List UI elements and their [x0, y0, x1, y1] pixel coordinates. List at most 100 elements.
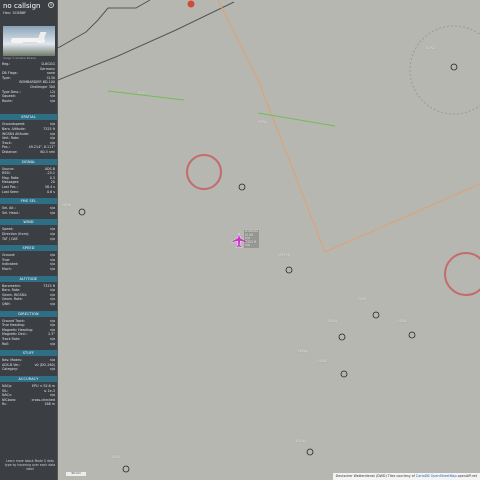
info-key: Ground Track:	[2, 318, 25, 323]
section-header[interactable]: SIGNAL	[0, 158, 57, 165]
info-row: Germany	[2, 67, 55, 71]
info-value: n/a	[49, 288, 55, 293]
section-header[interactable]: STUFF	[0, 350, 57, 357]
info-row: True Heading: n/a	[2, 323, 55, 327]
info-key: Ground:	[2, 253, 16, 258]
map-overlay	[58, 0, 480, 473]
info-row: Category: n/a	[2, 367, 55, 371]
info-key: Vert. Rate:	[2, 136, 20, 141]
info-row: Direction (from): n/a	[2, 232, 55, 236]
info-key: Pos.:	[2, 145, 10, 150]
info-key: Track:	[2, 140, 12, 145]
airspace-boundary	[217, 0, 480, 253]
map-label: EDRZ	[426, 46, 435, 50]
info-value: n/a	[49, 262, 55, 267]
info-row: Challenger 300	[2, 85, 55, 89]
info-row: BOMBARDIER BD-100	[2, 80, 55, 84]
info-row: Msg. Rate: 0.3	[2, 176, 55, 180]
info-key: Messages:	[2, 180, 20, 185]
section-header[interactable]: WIND	[0, 219, 57, 226]
info-row: Reg.: D-BGGG	[2, 62, 55, 66]
info-key: Sel. Alt.:	[2, 206, 16, 211]
info-value: n/a	[49, 257, 55, 262]
info-value: none	[46, 71, 55, 76]
airport-icon	[306, 448, 314, 456]
info-row: Type Desc.: L2J	[2, 90, 55, 94]
aircraft-label[interactable]: D-BGGG CL30 n/a 7325 ft n/a	[244, 229, 260, 248]
airport-icon	[78, 208, 86, 216]
map-label: EDRY	[358, 297, 367, 301]
info-row: Mach: n/a	[2, 267, 55, 271]
info-value: n/a	[49, 232, 55, 236]
info-row: DB Flags: none	[2, 71, 55, 75]
info-key: Baro. Rate:	[2, 288, 21, 293]
airport-icon	[122, 465, 130, 473]
map-label: SPEYER	[278, 253, 291, 257]
info-row: RSSI: -25.1	[2, 171, 55, 175]
info-key: Msg. Rate:	[2, 175, 20, 180]
info-key: Last Pos.:	[2, 185, 18, 189]
info-key: DB Flags:	[2, 71, 18, 76]
info-key: Direction (from):	[2, 232, 30, 236]
ctr-boundary	[409, 25, 480, 115]
info-row: Messages: 20	[2, 180, 55, 184]
info-row: Sel. Alt.: n/a	[2, 206, 55, 210]
info-key: Rc:	[2, 402, 8, 407]
airport-icon	[450, 63, 458, 71]
info-value: CL30	[46, 75, 55, 80]
attribution-link[interactable]: OpenStreetMap	[431, 474, 457, 478]
info-row: Sel. Head.: n/a	[2, 211, 55, 215]
info-row: QNH: n/a	[2, 302, 55, 306]
section-header[interactable]: SPATIAL	[0, 114, 57, 121]
section-header[interactable]: FMS SEL	[0, 198, 57, 205]
aircraft-photo[interactable]	[3, 26, 55, 56]
info-value: n/a	[49, 341, 55, 346]
info-value: 49.214°, 8.111°	[28, 145, 55, 150]
info-value: cross-checked	[31, 397, 55, 402]
info-row: Vert. Rate: n/a	[2, 136, 55, 140]
airport-icon	[285, 266, 293, 274]
info-key: Type:	[2, 75, 11, 80]
info-value: n/a	[49, 302, 55, 306]
section-header[interactable]: DIRECTION	[0, 310, 57, 317]
info-value: 7325 ft	[43, 283, 55, 288]
map-label: EDFM	[328, 319, 338, 323]
info-row: Ground: n/a	[2, 253, 55, 257]
info-row: Groundspeed: n/a	[2, 122, 55, 126]
section-header[interactable]: SPEED	[0, 245, 57, 252]
info-key: NICbaro:	[2, 397, 17, 402]
close-icon[interactable]: ✕	[48, 2, 54, 8]
info-value: 60.3 nmi	[40, 150, 55, 154]
map-label: EDRW	[298, 349, 308, 353]
photo-credit[interactable]: Image © Günther Pleinen	[3, 57, 36, 60]
map-label: EDRV	[398, 319, 407, 323]
info-value: 20	[50, 180, 55, 185]
info-row: Track Rate: n/a	[2, 337, 55, 341]
info-value: n/a	[49, 367, 55, 372]
section-header[interactable]: ALTITUDE	[0, 275, 57, 282]
map-view[interactable]: D-BGGG CL30 n/a 7325 ft n/a EDTH EDRA SP…	[58, 0, 480, 480]
airport-icon	[338, 333, 346, 341]
restricted-area	[186, 154, 222, 190]
info-key: Roll:	[2, 341, 10, 346]
info-key: Category:	[2, 367, 18, 372]
info-key: WGS84 Altitude:	[2, 131, 30, 136]
info-key: Last Seen:	[2, 189, 20, 194]
info-value: n/a	[49, 131, 55, 136]
section-header[interactable]: ACCURACY	[0, 376, 57, 382]
hex-value: 3C6B8F	[12, 11, 27, 15]
map-label: EDRA	[258, 120, 267, 124]
info-key: Groundspeed:	[2, 122, 26, 127]
footer-note: Learn more about Mode S data type by hov…	[4, 459, 56, 471]
info-row: Distance: 60.3 nmi	[2, 150, 55, 154]
info-key: Squawk:	[2, 94, 17, 99]
map-label: EDRP	[112, 455, 121, 459]
attribution-text: Deutscher Wetterdienst (DWD) Tiles court…	[335, 474, 415, 478]
info-row: Type: CL30	[2, 76, 55, 80]
info-value: ≤ 1e-3	[43, 388, 55, 393]
info-value: BOMBARDIER BD-100	[19, 80, 55, 85]
info-row: Barometric: 7325 ft	[2, 284, 55, 288]
attribution-link[interactable]: CartoDB	[416, 474, 430, 478]
map-label: EDTH	[138, 91, 147, 95]
info-value: D-BGGG	[41, 62, 55, 66]
